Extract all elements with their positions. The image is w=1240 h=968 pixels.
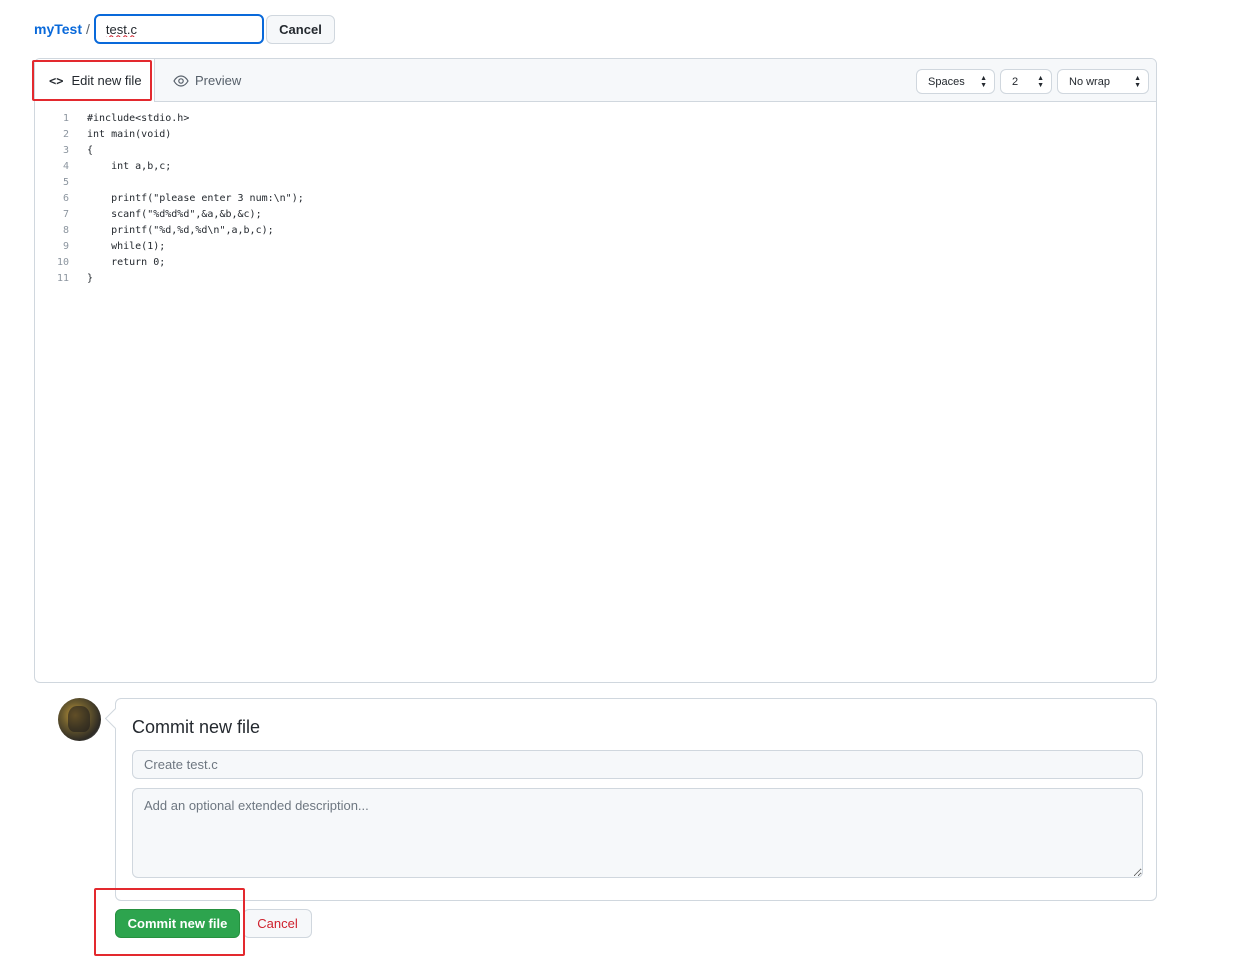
code-line: 4 int a,b,c; <box>35 159 1156 175</box>
line-content: while(1); <box>87 241 166 252</box>
select-arrows-icon: ▲ ▼ <box>1037 75 1044 89</box>
line-content: scanf("%d%d%d",&a,&b,&c); <box>87 209 262 220</box>
code-area[interactable]: 1 #include<stdio.h> 2 int main(void) 3{ 4 … <box>35 111 1156 287</box>
line-content: { <box>87 145 94 156</box>
line-number: 2 <box>62 129 69 140</box>
code-icon: <> <box>49 73 64 88</box>
code-line: 11} <box>35 271 1156 287</box>
line-number: 3 <box>62 145 69 156</box>
cancel-commit-button[interactable]: Cancel <box>243 909 312 938</box>
select-arrows-icon: ▲ ▼ <box>980 75 987 89</box>
indent-size-select[interactable]: 2 ▲ ▼ <box>1000 69 1052 94</box>
commit-summary-input[interactable] <box>132 750 1143 779</box>
line-content: int a,b,c; <box>87 161 172 172</box>
line-number: 6 <box>62 193 69 204</box>
code-line: 3{ <box>35 143 1156 159</box>
commit-form: Commit new file <box>115 698 1157 901</box>
line-number: 10 <box>56 257 69 268</box>
line-number: 1 <box>62 113 69 124</box>
line-content: printf("please enter 3 num:\n"); <box>87 193 304 204</box>
indent-mode-value: Spaces <box>928 75 965 88</box>
editor-toolbar: <> Edit new file Preview Spaces ▲ ▼ 2 ▲ ▼ … <box>35 59 1156 102</box>
line-number: 7 <box>62 209 69 220</box>
commit-description-field[interactable] <box>132 788 1143 878</box>
line-content: printf("%d,%d,%d\n",a,b,c); <box>87 225 274 236</box>
tab-edit-new-file[interactable]: <> Edit new file <box>35 59 155 102</box>
code-line: 7 scanf("%d%d%d",&a,&b,&c); <box>35 207 1156 223</box>
indent-mode-select[interactable]: Spaces ▲ ▼ <box>916 69 995 94</box>
code-line: 6 printf("please enter 3 num:\n"); <box>35 191 1156 207</box>
line-number: 11 <box>56 273 69 284</box>
line-content <box>69 175 87 191</box>
line-content: } <box>87 273 94 284</box>
repo-link[interactable]: myTest <box>34 21 82 37</box>
eye-icon <box>173 74 189 87</box>
commit-new-file-button[interactable]: Commit new file <box>115 909 240 938</box>
breadcrumb-separator: / <box>85 21 90 37</box>
wrap-mode-value: No wrap <box>1069 75 1110 88</box>
line-number: 4 <box>62 161 69 172</box>
line-content: int main(void) <box>87 129 172 140</box>
avatar <box>58 698 101 741</box>
line-content: #include<stdio.h> <box>87 113 190 124</box>
tab-preview-label: Preview <box>195 73 242 88</box>
indent-size-value: 2 <box>1012 75 1019 88</box>
code-line: 9 while(1); <box>35 239 1156 255</box>
filename-input[interactable] <box>93 14 264 44</box>
line-number: 9 <box>62 241 69 252</box>
tab-preview[interactable]: Preview <box>173 59 241 102</box>
code-line: 8 printf("%d,%d,%d\n",a,b,c); <box>35 223 1156 239</box>
cancel-edit-button[interactable]: Cancel <box>266 15 335 44</box>
line-content: return 0; <box>87 257 166 268</box>
commit-title: Commit new file <box>132 717 261 737</box>
wrap-mode-select[interactable]: No wrap ▲ ▼ <box>1057 69 1149 94</box>
file-editor: <> Edit new file Preview Spaces ▲ ▼ 2 ▲ ▼ … <box>34 58 1157 683</box>
line-number: 8 <box>62 225 69 236</box>
line-number: 5 <box>62 177 69 188</box>
code-line: 2 int main(void) <box>35 127 1156 143</box>
code-line: 1 #include<stdio.h> <box>35 111 1156 127</box>
breadcrumb: myTest / <box>34 14 264 44</box>
select-arrows-icon: ▲ ▼ <box>1134 75 1141 89</box>
tab-edit-label: Edit new file <box>71 73 142 88</box>
code-line: 10 return 0; <box>35 255 1156 271</box>
code-line: 5 <box>35 175 1156 191</box>
